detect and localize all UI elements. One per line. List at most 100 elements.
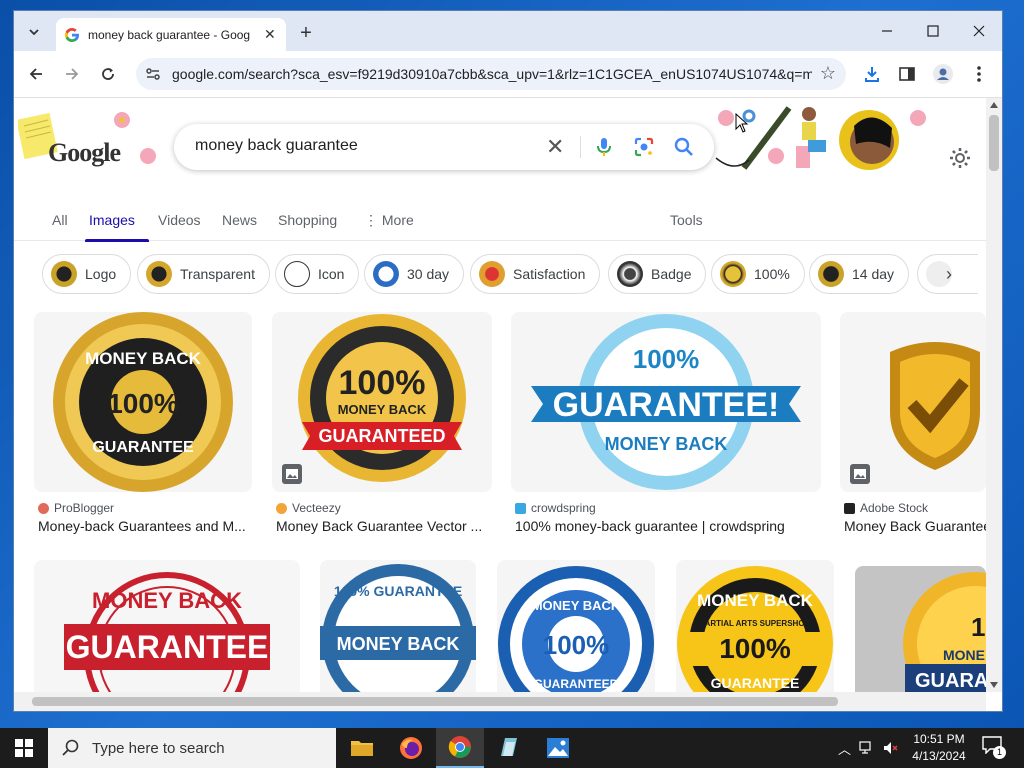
vertical-scrollbar[interactable] [986, 98, 1002, 692]
scroll-up-icon[interactable] [990, 102, 998, 108]
bookmark-star-icon[interactable]: ☆ [820, 63, 836, 84]
photos-taskbar-button[interactable] [534, 728, 582, 768]
image-result[interactable]: 10 MONE GUARA [855, 566, 986, 692]
search-icon[interactable] [672, 135, 696, 159]
site-info-icon[interactable] [144, 65, 162, 83]
result-image-blue-badge: 100% MONEY BACK GUARANTEED [498, 566, 654, 692]
tab-all[interactable]: All [52, 212, 68, 228]
network-icon[interactable] [859, 741, 875, 755]
tab-shopping[interactable]: Shopping [278, 212, 337, 228]
chip-transparent[interactable]: Transparent [137, 254, 270, 294]
result-source[interactable]: Vecteezy [276, 501, 341, 515]
tab-shopping-label: Shopping [278, 212, 338, 228]
chevron-right-icon[interactable]: › [946, 264, 952, 285]
maximize-icon [927, 25, 939, 37]
stamp-text-main: GUARANTEE [66, 629, 269, 665]
address-bar[interactable]: google.com/search?sca_esv=f9219d30910a7c… [136, 58, 846, 90]
google-results-page: Google money back guarantee ✕ All Images… [14, 98, 986, 692]
chip-30-day[interactable]: 30 day [364, 254, 465, 294]
maximize-button[interactable] [910, 11, 956, 51]
partial-text-bottom: GUARA [915, 670, 986, 692]
blue-badge-text-top: MONEY BACK [532, 598, 621, 613]
close-window-button[interactable] [956, 11, 1002, 51]
tab-more[interactable]: ⋮ More [364, 212, 414, 229]
clear-search-icon[interactable]: ✕ [546, 134, 564, 160]
result-source[interactable]: crowdspring [515, 501, 596, 515]
start-button[interactable] [0, 728, 48, 768]
chrome-window: money back guarantee - Goog ✕ + google.c… [14, 11, 1002, 711]
profile-button[interactable] [932, 63, 954, 85]
gear-icon[interactable] [948, 146, 972, 170]
blue-seal-text-top: 100% GUARANTEE [334, 583, 462, 599]
image-result[interactable]: 100% MONEY BACK GUARANTEED [497, 560, 655, 692]
tab-images-label: Images [89, 212, 135, 228]
chip-logo[interactable]: Logo [42, 254, 132, 294]
adobe-stock-favicon-icon [844, 502, 855, 514]
scroll-down-icon[interactable] [990, 682, 998, 688]
result-title[interactable]: 100% money-back guarantee | crowdspring [515, 518, 815, 534]
result-title[interactable]: Money Back Guarantee [844, 518, 986, 534]
side-panel-button[interactable] [896, 63, 918, 85]
blue-badge-text-bottom: GUARANTEED [534, 677, 619, 691]
search-box[interactable]: money back guarantee ✕ [174, 124, 714, 170]
chip-satisfaction-thumb [479, 261, 505, 287]
taskbar-clock[interactable]: 10:51 PM 4/13/2024 [900, 731, 978, 765]
horizontal-scroll-thumb[interactable] [32, 697, 838, 706]
tab-search-button[interactable] [22, 20, 46, 44]
chrome-menu-button[interactable] [968, 63, 990, 85]
microphone-icon[interactable] [592, 135, 616, 159]
chip-satisfaction[interactable]: Satisfaction [470, 254, 601, 294]
chip-label: 100% [754, 266, 790, 282]
tab-images[interactable]: Images [85, 212, 149, 242]
google-doodle-logo[interactable]: Google [16, 108, 158, 178]
reload-button[interactable] [96, 62, 120, 86]
chip-icon[interactable]: Icon [275, 254, 360, 294]
file-explorer-taskbar-button[interactable] [338, 728, 386, 768]
google-lens-icon[interactable] [632, 135, 656, 159]
back-button[interactable] [24, 62, 48, 86]
downloads-button[interactable] [861, 63, 883, 85]
tools-button[interactable]: Tools [670, 212, 703, 228]
chip-14-day-thumb [818, 261, 844, 287]
tab-news[interactable]: News [222, 212, 257, 228]
result-image-stamp: MONEY BACK GUARANTEE [64, 572, 270, 692]
chip-label: Satisfaction [513, 266, 586, 282]
vertical-scroll-thumb[interactable] [989, 115, 999, 171]
image-result[interactable]: 100% GUARANTEE MONEY BACK [320, 560, 476, 692]
chip-label: Logo [85, 266, 117, 282]
firefox-taskbar-button[interactable] [387, 728, 435, 768]
chip-14-day[interactable]: 14 day [809, 254, 910, 294]
browser-tab[interactable]: money back guarantee - Goog ✕ [56, 18, 286, 51]
taskbar-search-box[interactable]: Type here to search [48, 728, 336, 768]
image-result[interactable]: MONEY BACK GUARANTEE [34, 560, 300, 692]
horizontal-scrollbar[interactable] [14, 692, 986, 711]
notification-center-button[interactable]: 1 [982, 736, 1006, 760]
seal-text-bottom: GUARANTEE [92, 439, 194, 456]
image-result[interactable]: MONEY BACK MARTIAL ARTS SUPERSHOW 100% G… [676, 560, 834, 692]
chip-badge[interactable]: Badge [608, 254, 707, 294]
chip-transparent-thumb [146, 261, 172, 287]
search-input[interactable]: money back guarantee [195, 137, 358, 155]
image-result[interactable]: 100% GUARANTEE! MONEY BACK [511, 312, 821, 492]
minimize-button[interactable] [864, 11, 910, 51]
chip-100-percent[interactable]: 100% [711, 254, 805, 294]
chevron-up-icon[interactable]: ︿ [838, 739, 851, 758]
close-icon [973, 25, 985, 37]
chrome-taskbar-button[interactable] [436, 728, 484, 768]
tab-videos[interactable]: Videos [158, 212, 201, 228]
image-result[interactable] [840, 312, 986, 492]
tab-title: money back guarantee - Goog [88, 27, 251, 42]
forward-button[interactable] [60, 62, 84, 86]
result-image-guarantee: 100% GUARANTEE! MONEY BACK [531, 314, 801, 490]
tab-close-icon[interactable]: ✕ [264, 26, 276, 43]
notes-app-taskbar-button[interactable] [485, 728, 533, 768]
new-tab-button[interactable]: + [294, 21, 318, 45]
result-source[interactable]: ProBlogger [38, 501, 114, 515]
result-source[interactable]: Adobe Stock [844, 501, 928, 515]
result-title[interactable]: Money Back Guarantee Vector ... [276, 518, 488, 534]
source-name: crowdspring [531, 501, 596, 515]
result-title[interactable]: Money-back Guarantees and M... [38, 518, 258, 534]
image-result[interactable]: 100% MONEY BACK GUARANTEED [272, 312, 492, 492]
image-result[interactable]: 100% MONEY BACK GUARANTEE [34, 312, 252, 492]
volume-muted-icon[interactable] [883, 741, 899, 755]
